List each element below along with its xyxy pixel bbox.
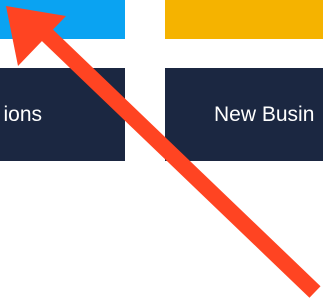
blue-tile[interactable] <box>0 0 125 39</box>
solutions-tile[interactable]: ions <box>0 68 125 161</box>
yellow-tile[interactable] <box>165 0 323 39</box>
new-business-tile-label: New Busin <box>214 102 315 126</box>
solutions-tile-label: ions <box>3 102 42 126</box>
new-business-tile[interactable]: New Busin <box>165 68 323 161</box>
